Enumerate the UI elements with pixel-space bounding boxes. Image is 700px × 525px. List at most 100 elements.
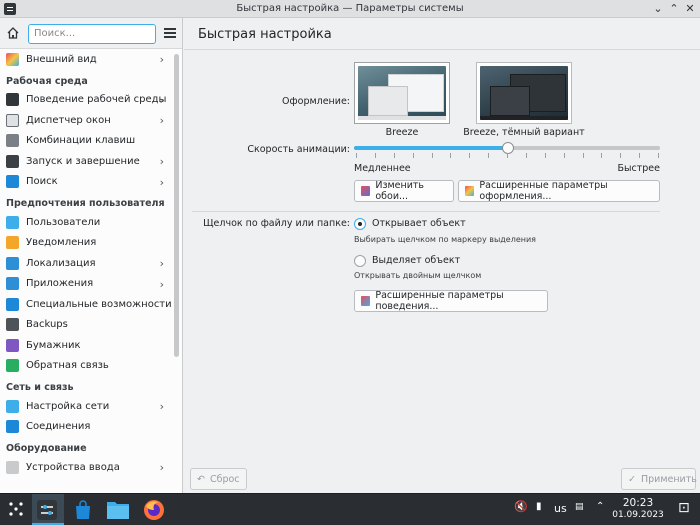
search-input[interactable]: Поиск... (28, 24, 156, 44)
maximize-button[interactable]: ⌃ (667, 2, 681, 16)
taskbar: 🔇 ▮ us ▤ ⌃ 20:23 01.09.2023 ⊡ (0, 493, 700, 525)
sidebar-item-label: Backups (26, 319, 68, 331)
animation-speed-label: Скорость анимации: (247, 144, 350, 155)
appearance-icon (6, 52, 19, 66)
sidebar-item[interactable]: Соединения (0, 417, 172, 438)
page-title: Быстрая настройка (198, 27, 332, 42)
radio-select-object-label[interactable]: Выделяет объект (372, 255, 460, 266)
breeze-dark-preview-image (480, 66, 568, 120)
sidebar-item[interactable]: Комбинации клавиш (0, 131, 172, 152)
appearance-icon (465, 186, 475, 196)
slider-thumb[interactable] (502, 142, 514, 154)
chevron-right-icon: › (159, 93, 164, 107)
checkmark-icon: ✓ (628, 473, 636, 485)
sidebar-item[interactable]: Специальные возможности (0, 294, 172, 315)
sidebar-item[interactable]: Backups (0, 315, 172, 336)
appearance-label: Оформление: (282, 96, 350, 107)
sidebar-item[interactable]: Внешний вид › (0, 49, 172, 70)
slider-tick (620, 153, 621, 158)
theme-card-breeze-dark[interactable] (476, 62, 572, 124)
show-desktop-icon[interactable]: ⊡ (678, 500, 690, 516)
home-icon[interactable] (6, 26, 20, 40)
sidebar-item[interactable]: Уведомления (0, 233, 172, 254)
advanced-behavior-label: Расширенные параметры поведения... (375, 290, 504, 312)
tray-expand-icon[interactable]: ⌃ (596, 501, 604, 512)
sidebar-item[interactable]: Устройства ввода › (0, 457, 172, 478)
sidebar-item-label: Комбинации клавиш (26, 135, 136, 147)
reset-button[interactable]: ↶ Сброс (190, 468, 247, 490)
slider-tick (601, 153, 602, 158)
sidebar-item-label: Приложения (26, 278, 94, 290)
file-manager-icon[interactable] (106, 499, 130, 521)
sidebar-toolbar: Поиск... (0, 18, 182, 49)
application-launcher-icon[interactable] (8, 501, 24, 517)
sidebar-item-label: Бумажник (26, 339, 81, 351)
sidebar-item[interactable]: Бумажник (0, 335, 172, 356)
volume-muted-icon[interactable]: 🔇 (514, 500, 528, 513)
advanced-appearance-button[interactable]: Расширенные параметры оформления... (458, 180, 660, 202)
minimize-button[interactable]: ⌄ (651, 2, 665, 16)
chevron-right-icon: › (159, 400, 164, 413)
sidebar-item[interactable]: Поведение рабочей среды › (0, 90, 172, 111)
slider-tick (356, 153, 357, 158)
sidebar-item[interactable]: Диспетчер окон › (0, 110, 172, 131)
accessibility-icon (6, 297, 19, 311)
window-title: Быстрая настройка — Параметры системы (236, 3, 464, 14)
sidebar-item-label: Специальные возможности (26, 298, 172, 310)
apps-icon (6, 277, 19, 291)
sidebar-section-header: Оборудование (6, 443, 87, 454)
firefox-icon[interactable] (142, 498, 166, 522)
undo-icon: ↶ (197, 473, 205, 485)
radio-open-object-label[interactable]: Открывает объект (372, 218, 466, 229)
discover-store-icon[interactable] (72, 499, 94, 521)
sidebar-scrollbar[interactable] (174, 54, 179, 357)
change-wallpaper-button[interactable]: Изменить обои... (354, 180, 454, 202)
sidebar-item-label: Локализация (26, 257, 96, 269)
hamburger-menu-icon[interactable] (164, 28, 176, 38)
slider-tick (394, 153, 395, 158)
sidebar-item[interactable]: Обратная связь (0, 356, 172, 377)
window-titlebar[interactable]: Быстрая настройка — Параметры системы ⌄ … (0, 0, 700, 18)
slider-max-label: Быстрее (617, 163, 661, 174)
sidebar-item-label: Диспетчер окон (26, 114, 111, 126)
breeze-preview-image (358, 66, 446, 120)
sidebar-item[interactable]: Локализация › (0, 253, 172, 274)
slider-tick (507, 153, 508, 158)
main-panel: Быстрая настройка Оформление: Breeze Bre… (184, 18, 700, 493)
advanced-behavior-button[interactable]: Расширенные параметры поведения... (354, 290, 548, 312)
startup-icon (6, 154, 19, 168)
sidebar-item[interactable]: Поиск › (0, 172, 172, 193)
sidebar-list: Внешний вид › Рабочая среда Поведение рабоч… (0, 49, 172, 478)
title-divider (184, 49, 700, 50)
chevron-right-icon: › (159, 175, 164, 189)
clock-date[interactable]: 01.09.2023 (612, 510, 664, 520)
chevron-right-icon: › (159, 461, 164, 474)
sidebar-item-label: Запуск и завершение (26, 155, 140, 167)
chevron-right-icon: › (159, 155, 164, 168)
theme-card-breeze[interactable] (354, 62, 450, 124)
sidebar-item[interactable]: Пользователи (0, 212, 172, 233)
radio-open-object-hint: Выбирать щелчком по маркеру выделения (354, 235, 536, 244)
sidebar-item[interactable]: Запуск и завершение › (0, 151, 172, 172)
battery-icon[interactable]: ▮ (536, 501, 542, 512)
theme-name-breeze-dark: Breeze, тёмный вариант (463, 127, 585, 138)
keyboard-layout[interactable]: us (554, 502, 567, 515)
sidebar-item[interactable]: Приложения › (0, 274, 172, 295)
sidebar-item-label: Поиск (26, 176, 58, 188)
close-button[interactable]: ✕ (683, 2, 697, 16)
radio-select-object[interactable] (354, 255, 366, 267)
clock-time[interactable]: 20:23 (618, 497, 658, 509)
slider-tick (658, 153, 659, 158)
reset-label: Сброс (209, 473, 240, 485)
chevron-right-icon: › (159, 257, 164, 270)
sidebar-item-label: Пользователи (26, 216, 101, 228)
sidebar-section-header: Рабочая среда (6, 75, 88, 87)
sidebar-section-header: Сеть и связь (6, 382, 74, 393)
sidebar-item[interactable]: Настройка сети › (0, 396, 172, 417)
radio-open-object[interactable] (354, 218, 366, 230)
chevron-right-icon: › (159, 277, 164, 291)
network-icon[interactable]: ▤ (575, 502, 584, 512)
slider-tick (413, 153, 414, 158)
apply-button[interactable]: ✓ Применить (621, 468, 697, 490)
wallet-icon (6, 338, 19, 352)
